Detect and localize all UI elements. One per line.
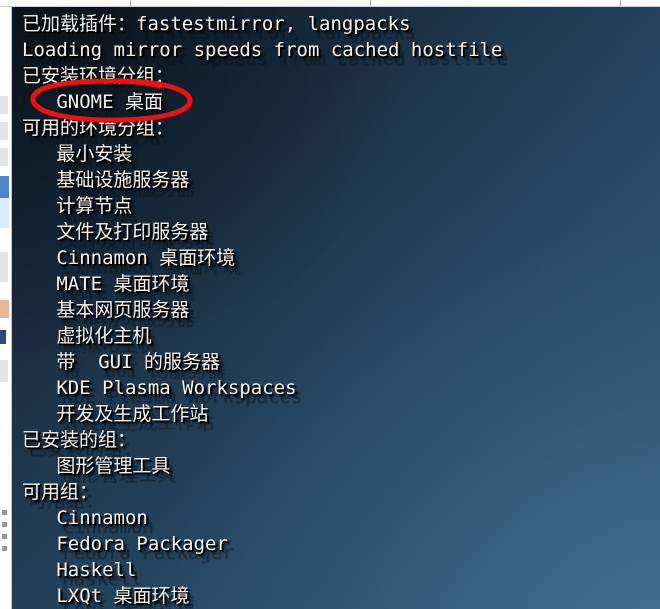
terminal-line: 开发及生成工作站 (22, 403, 209, 425)
background-left-accent-blue (0, 176, 9, 198)
background-left-accent-navy (0, 330, 6, 344)
background-left-accent-peach (0, 300, 9, 318)
background-top-separator (620, 0, 621, 6)
terminal-line: Cinnamon (22, 507, 148, 529)
background-left-dot (2, 534, 7, 539)
terminal-line: 最小安装 (22, 143, 133, 165)
terminal-line: Haskell (22, 559, 137, 581)
screenshot-root: 已加载插件：fastestmirror, langpacks Loading mi… (0, 0, 660, 609)
terminal-line: 图形管理工具 (22, 455, 171, 477)
background-left-dot (2, 510, 7, 515)
background-left-segment (0, 122, 8, 140)
terminal-output: 已加载插件：fastestmirror, langpacks Loading mi… (22, 11, 660, 609)
terminal-line: 基础设施服务器 (22, 169, 190, 191)
terminal-line: 已安装的组： (22, 429, 137, 451)
terminal-line: Fedora Packager (22, 533, 228, 555)
terminal-line: 可用组： (22, 481, 99, 503)
terminal-line: Cinnamon 桌面环境 (22, 247, 236, 269)
terminal-line: 已加载插件：fastestmirror, langpacks (22, 13, 411, 35)
background-left-segment (0, 96, 8, 114)
background-left-dot (2, 522, 7, 527)
terminal-line: 虚拟化主机 (22, 325, 152, 347)
terminal-line: KDE Plasma Workspaces (22, 377, 297, 399)
background-left-segment (0, 148, 8, 166)
background-left-accent-light-blue (0, 198, 9, 228)
terminal-line: 文件及打印服务器 (22, 221, 209, 243)
terminal-line: 带 GUI 的服务器 (22, 351, 220, 373)
background-top-separator (370, 0, 371, 6)
terminal-line: Loading mirror speeds from cached hostfi… (22, 39, 503, 61)
terminal-window[interactable]: 已加载插件：fastestmirror, langpacks Loading mi… (12, 7, 660, 609)
terminal-line: 计算节点 (22, 195, 133, 217)
terminal-line: 已安装环境分组： (22, 65, 175, 87)
terminal-line: LXQt 桌面环境 (22, 585, 190, 607)
terminal-line: GNOME 桌面 (22, 91, 163, 113)
terminal-line: MATE 桌面环境 (22, 273, 190, 295)
background-left-segment (0, 252, 8, 282)
background-left-dot (2, 546, 7, 551)
background-window-top-strip (0, 0, 660, 7)
background-top-separator (130, 0, 131, 6)
background-left-segment (0, 360, 8, 382)
terminal-line: 可用的环境分组： (22, 117, 175, 139)
terminal-line: 基本网页服务器 (22, 299, 190, 321)
